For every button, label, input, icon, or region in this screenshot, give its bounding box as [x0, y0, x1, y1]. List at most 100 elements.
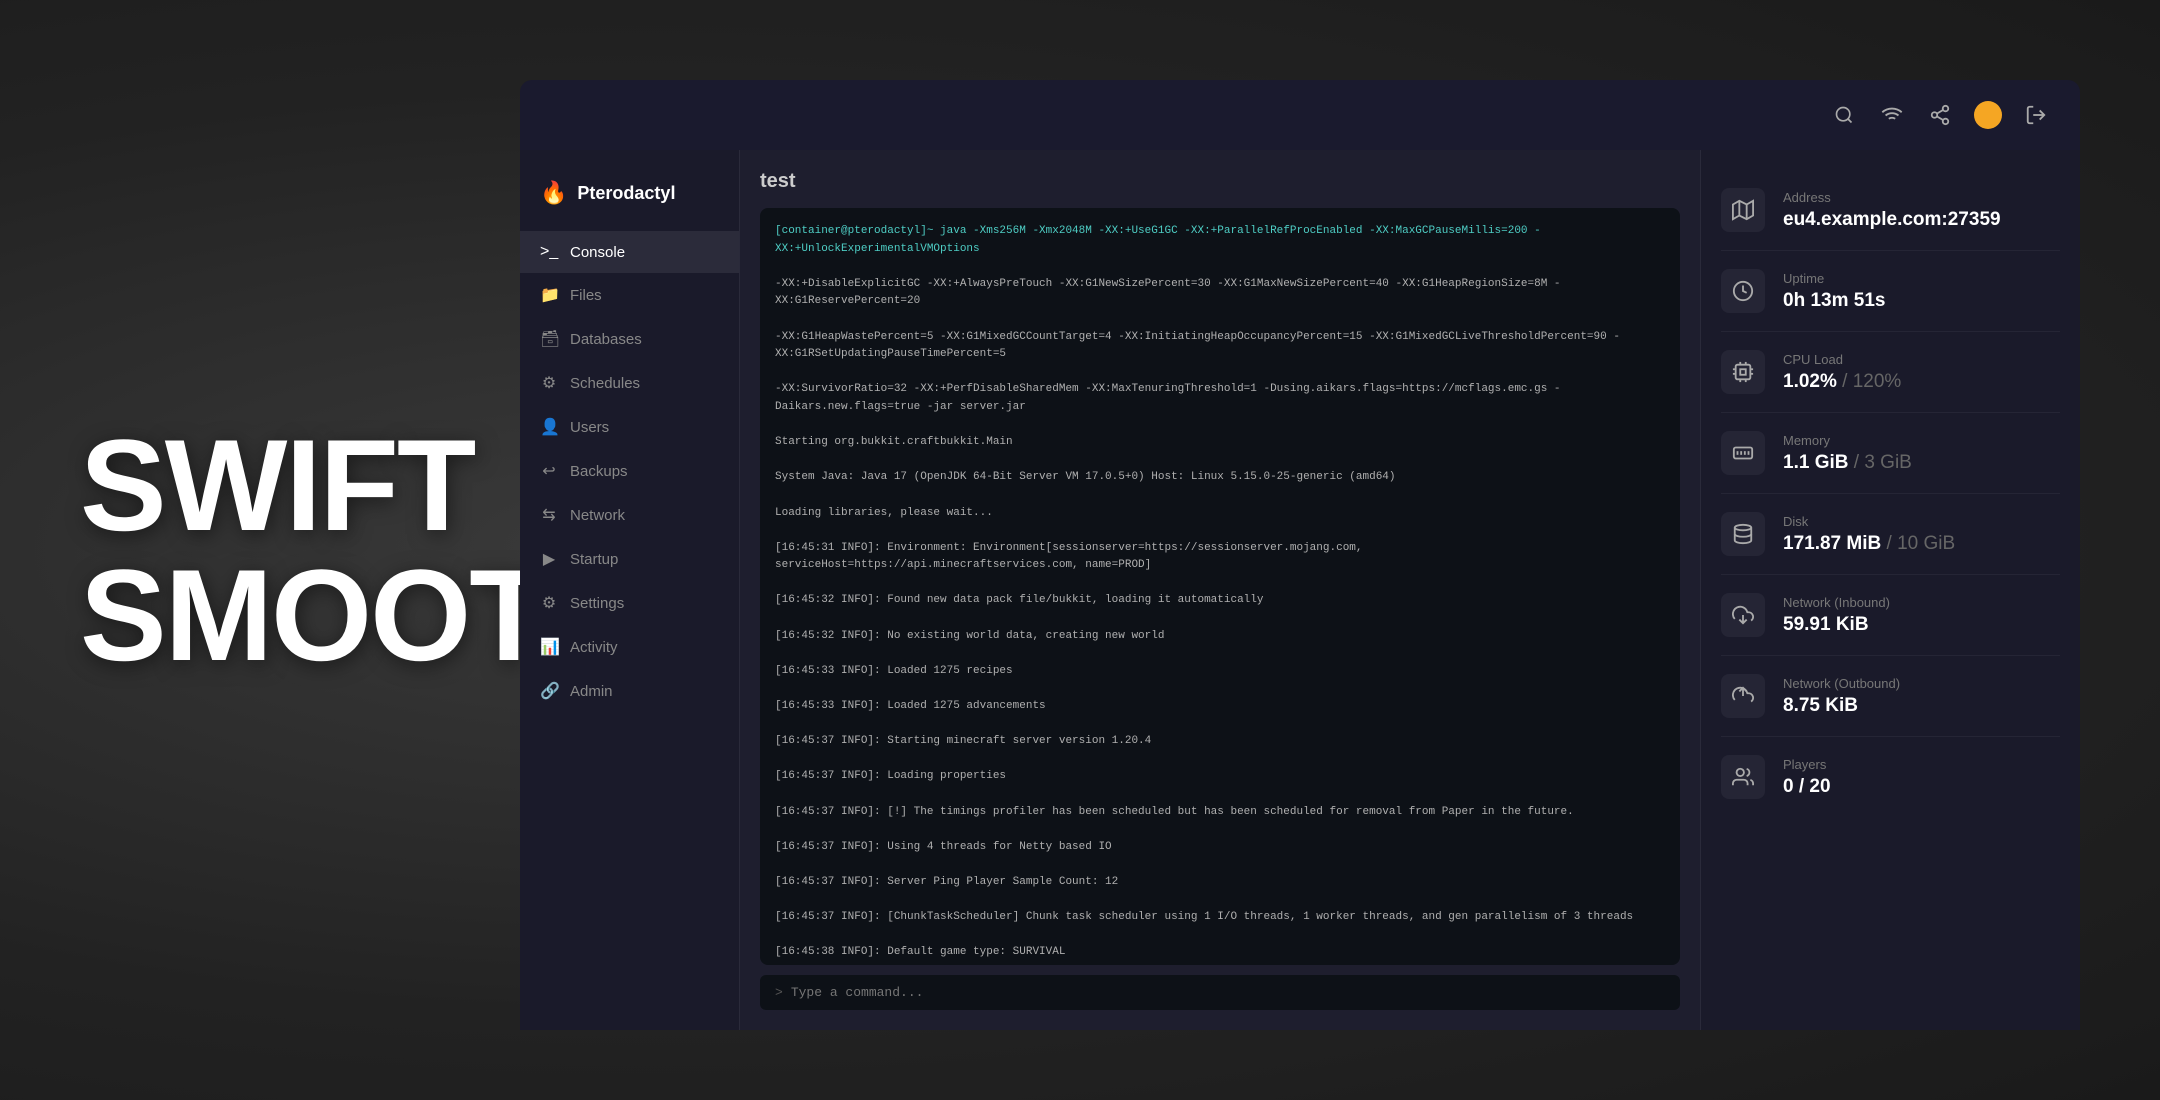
console-line: -XX:+DisableExplicitGC -XX:+AlwaysPreTou… [775, 276, 1665, 311]
memory-icon [1721, 431, 1765, 475]
stat-disk: Disk 171.87 MiB / 10 GiB [1721, 494, 2060, 575]
stat-uptime-info: Uptime 0h 13m 51s [1783, 271, 1885, 312]
cpu-icon [1721, 350, 1765, 394]
sidebar-label-activity: Activity [570, 639, 618, 656]
players-value: 0 / 20 [1783, 776, 1831, 798]
stat-address-info: Address eu4.example.com:27359 [1783, 190, 2001, 231]
admin-icon: 🔗 [540, 681, 558, 701]
stat-cpu: CPU Load 1.02% / 120% [1721, 332, 2060, 413]
share-icon[interactable] [1926, 101, 1954, 129]
sidebar-label-backups: Backups [570, 463, 628, 480]
console-line: [16:45:37 INFO]: Starting minecraft serv… [775, 733, 1665, 751]
disk-icon [1721, 512, 1765, 556]
search-icon[interactable] [1830, 101, 1858, 129]
console-line: [16:45:37 INFO]: Using 4 threads for Net… [775, 839, 1665, 857]
brand-name: Pterodactyl [577, 183, 675, 204]
stat-network-in: Network (Inbound) 59.91 KiB [1721, 575, 2060, 656]
sidebar-item-admin[interactable]: 🔗 Admin [520, 669, 739, 713]
sidebar-item-databases[interactable]: 🗃 Databases [520, 317, 739, 361]
sidebar-item-users[interactable]: 👤 Users [520, 405, 739, 449]
server-name: test [760, 170, 1680, 193]
console-line: Loading libraries, please wait... [775, 505, 1665, 523]
files-icon: 📁 [540, 285, 558, 305]
sidebar-item-settings[interactable]: ⚙ Settings [520, 581, 739, 625]
sidebar-label-startup: Startup [570, 551, 618, 568]
stats-panel: Address eu4.example.com:27359 Uptime 0h … [1700, 150, 2080, 1030]
brand-icon: 🔥 [540, 180, 567, 206]
console-prompt: > [775, 985, 783, 1000]
sidebar-item-console[interactable]: >_ Console [520, 231, 739, 273]
console-line: -XX:SurvivorRatio=32 -XX:+PerfDisableSha… [775, 381, 1665, 416]
power-icon[interactable] [2022, 101, 2050, 129]
stat-uptime: Uptime 0h 13m 51s [1721, 251, 2060, 332]
memory-value: 1.1 GiB / 3 GiB [1783, 452, 1912, 474]
schedules-icon: ⚙ [540, 373, 558, 393]
players-label: Players [1783, 757, 1831, 772]
uptime-label: Uptime [1783, 271, 1885, 286]
stat-address: Address eu4.example.com:27359 [1721, 170, 2060, 251]
network-icon: ⇆ [540, 505, 558, 525]
network-out-value: 8.75 KiB [1783, 695, 1900, 717]
stat-network-in-info: Network (Inbound) 59.91 KiB [1783, 595, 1890, 636]
console-area: test [container@pterodactyl]~ java -Xms2… [740, 150, 1700, 1030]
console-line: -XX:G1HeapWastePercent=5 -XX:G1MixedGCCo… [775, 329, 1665, 364]
players-icon [1721, 755, 1765, 799]
console-line: [16:45:32 INFO]: Found new data pack fil… [775, 592, 1665, 610]
brand: 🔥 Pterodactyl [520, 170, 739, 231]
address-value: eu4.example.com:27359 [1783, 209, 2001, 231]
sidebar-item-schedules[interactable]: ⚙ Schedules [520, 361, 739, 405]
stat-disk-info: Disk 171.87 MiB / 10 GiB [1783, 514, 1955, 555]
sidebar-label-schedules: Schedules [570, 375, 640, 392]
users-icon: 👤 [540, 417, 558, 437]
settings-icon: ⚙ [540, 593, 558, 613]
wifi-icon[interactable] [1878, 101, 1906, 129]
sidebar-label-network: Network [570, 507, 625, 524]
console-line: [16:45:38 INFO]: Default game type: SURV… [775, 944, 1665, 962]
console-line: [16:45:33 INFO]: Loaded 1275 recipes [775, 663, 1665, 681]
stat-network-out-info: Network (Outbound) 8.75 KiB [1783, 676, 1900, 717]
sidebar-label-users: Users [570, 419, 609, 436]
console-line: [16:45:37 INFO]: [ChunkTaskScheduler] Ch… [775, 909, 1665, 927]
startup-icon: ▶ [540, 549, 558, 569]
uptime-icon [1721, 269, 1765, 313]
network-out-icon [1721, 674, 1765, 718]
user-avatar[interactable] [1974, 101, 2002, 129]
sidebar-label-admin: Admin [570, 683, 613, 700]
sidebar-item-startup[interactable]: ▶ Startup [520, 537, 739, 581]
stat-cpu-info: CPU Load 1.02% / 120% [1783, 352, 1901, 393]
network-in-label: Network (Inbound) [1783, 595, 1890, 610]
uptime-value: 0h 13m 51s [1783, 290, 1885, 312]
stat-players: Players 0 / 20 [1721, 737, 2060, 817]
sidebar-item-activity[interactable]: 📊 Activity [520, 625, 739, 669]
main-content: 🔥 Pterodactyl >_ Console 📁 Files 🗃 Datab… [520, 150, 2080, 1030]
top-bar [520, 80, 2080, 150]
sidebar-label-settings: Settings [570, 595, 624, 612]
console-icon: >_ [540, 243, 558, 261]
stat-memory-info: Memory 1.1 GiB / 3 GiB [1783, 433, 1912, 474]
cpu-value: 1.02% / 120% [1783, 371, 1901, 393]
stat-players-info: Players 0 / 20 [1783, 757, 1831, 798]
console-line: System Java: Java 17 (OpenJDK 64-Bit Ser… [775, 469, 1665, 487]
stat-memory: Memory 1.1 GiB / 3 GiB [1721, 413, 2060, 494]
console-line: [16:45:37 INFO]: Server Ping Player Samp… [775, 874, 1665, 892]
sidebar-item-files[interactable]: 📁 Files [520, 273, 739, 317]
sidebar-label-files: Files [570, 287, 602, 304]
sidebar-item-backups[interactable]: ↩ Backups [520, 449, 739, 493]
sidebar-label-console: Console [570, 244, 625, 261]
console-line: [16:45:33 INFO]: Loaded 1275 advancement… [775, 698, 1665, 716]
console-input[interactable] [791, 985, 1665, 1000]
console-output: [container@pterodactyl]~ java -Xms256M -… [760, 208, 1680, 965]
memory-label: Memory [1783, 433, 1912, 448]
cpu-label: CPU Load [1783, 352, 1901, 367]
console-line: [16:45:31 INFO]: Environment: Environmen… [775, 540, 1665, 575]
console-line: [container@pterodactyl]~ java -Xms256M -… [775, 223, 1665, 258]
sidebar-item-network[interactable]: ⇆ Network [520, 493, 739, 537]
network-out-label: Network (Outbound) [1783, 676, 1900, 691]
main-panel: Start Restart Stop 🔥 Pterodactyl >_ Cons… [520, 80, 2080, 1030]
sidebar-label-databases: Databases [570, 331, 642, 348]
disk-label: Disk [1783, 514, 1955, 529]
network-in-icon [1721, 593, 1765, 637]
activity-icon: 📊 [540, 637, 558, 657]
console-input-bar[interactable]: > [760, 975, 1680, 1010]
stat-network-out: Network (Outbound) 8.75 KiB [1721, 656, 2060, 737]
